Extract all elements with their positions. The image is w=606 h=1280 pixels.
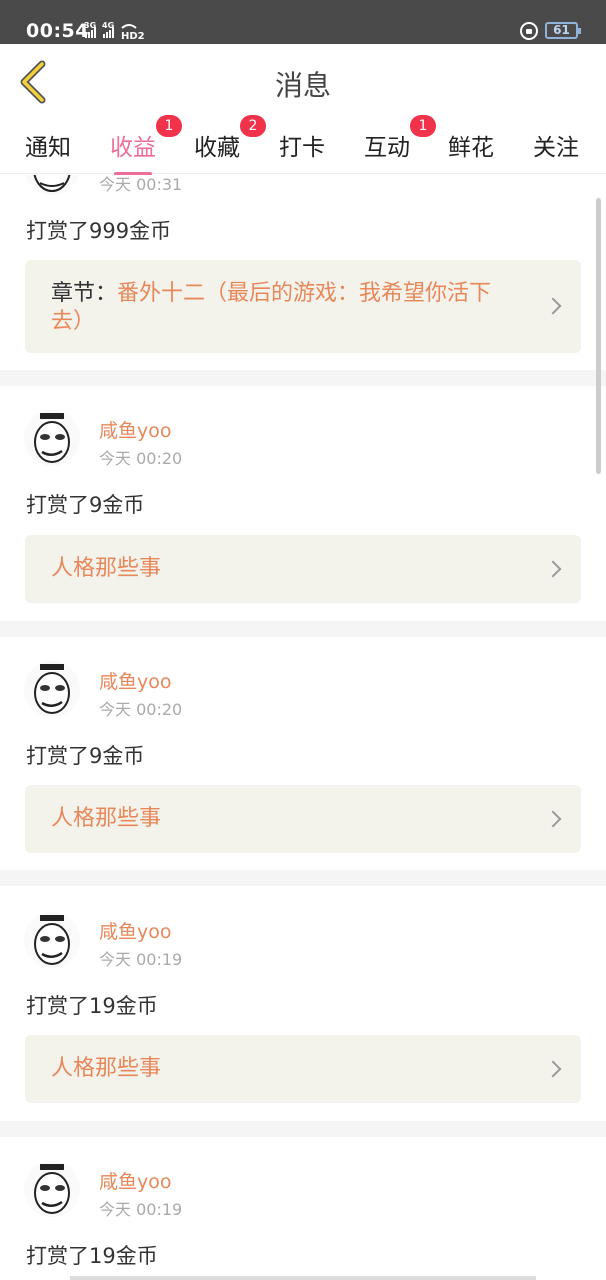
tab-label: 通知	[25, 135, 71, 161]
list-item: 咸鱼yoo 今天 00:20 打赏了9金币 人格那些事	[0, 386, 606, 621]
status-bar: 00:54 3G 4G HD2 61	[0, 0, 606, 44]
list-item: 咸鱼yoo 今天 00:19 打赏了19金币 人格那些事	[0, 886, 606, 1121]
username[interactable]: 咸鱼yoo	[99, 917, 172, 944]
bottom-edge	[70, 1276, 536, 1280]
action-text: 打赏了999金币	[26, 219, 172, 243]
signal-bars-icon: 3G 4G HD2	[84, 21, 145, 42]
tab-interactions[interactable]: 互动 1	[364, 115, 436, 168]
badge-count: 2	[240, 115, 266, 137]
avatar[interactable]	[24, 912, 80, 968]
status-time: 00:54	[26, 20, 89, 42]
tab-follows[interactable]: 关注	[533, 128, 579, 168]
tab-checkin[interactable]: 打卡	[279, 128, 325, 168]
timestamp: 今天 00:31	[99, 175, 183, 194]
badge-count: 1	[410, 115, 436, 137]
tab-label: 收藏	[194, 135, 240, 161]
scrollbar[interactable]	[596, 198, 601, 474]
avatar-meme-icon	[34, 915, 70, 965]
divider	[0, 621, 606, 637]
chevron-right-icon	[544, 297, 562, 315]
timestamp: 今天 00:20	[99, 700, 183, 719]
target-title: 人格那些事	[51, 806, 162, 831]
message-feed[interactable]: 今天 00:31 打赏了999金币 章节：番外十二（最后的游戏：我希望你活下去）…	[0, 175, 606, 1280]
action-text: 打赏了9金币	[26, 493, 145, 517]
target-prefix: 章节：	[51, 281, 118, 306]
divider	[0, 370, 606, 386]
rotation-lock-icon	[520, 22, 538, 40]
tab-label: 关注	[533, 135, 579, 161]
target-link[interactable]: 章节：番外十二（最后的游戏：我希望你活下去）	[25, 260, 581, 353]
target-title: 人格那些事	[51, 556, 162, 581]
tab-favorites[interactable]: 收藏 2	[194, 115, 266, 168]
avatar-meme-icon	[34, 664, 70, 714]
avatar[interactable]	[24, 661, 80, 717]
action-text: 打赏了19金币	[26, 994, 158, 1018]
avatar-meme-icon	[34, 1164, 70, 1214]
header: 消息	[0, 44, 606, 120]
tab-label: 鲜花	[448, 135, 494, 161]
target-title: 番外十二（最后的游戏：我希望你活下去）	[51, 281, 492, 334]
battery-icon: 61	[545, 22, 581, 39]
tab-label: 互动	[364, 135, 410, 161]
username[interactable]: 咸鱼yoo	[99, 667, 172, 694]
target-title: 人格那些事	[51, 1056, 162, 1081]
avatar[interactable]	[24, 175, 80, 195]
action-text: 打赏了19金币	[26, 1244, 158, 1268]
chevron-right-icon	[544, 810, 562, 828]
target-text: 人格那些事	[51, 1055, 521, 1083]
avatar[interactable]	[24, 1161, 80, 1217]
chevron-right-icon	[544, 560, 562, 578]
tab-label: 打卡	[279, 135, 325, 161]
target-link[interactable]: 人格那些事	[25, 785, 581, 853]
svg-text:HD2: HD2	[121, 31, 145, 40]
badge-count: 1	[156, 115, 182, 137]
timestamp: 今天 00:19	[99, 950, 183, 969]
divider	[0, 1121, 606, 1137]
chevron-right-icon	[544, 1060, 562, 1078]
target-text: 人格那些事	[51, 805, 521, 833]
target-link[interactable]: 人格那些事	[25, 1035, 581, 1103]
target-text: 章节：番外十二（最后的游戏：我希望你活下去）	[51, 280, 521, 336]
action-text: 打赏了9金币	[26, 744, 145, 768]
list-item: 今天 00:31 打赏了999金币 章节：番外十二（最后的游戏：我希望你活下去）	[0, 175, 606, 370]
tab-flowers[interactable]: 鲜花	[448, 128, 494, 168]
signal-icon: 3G 4G HD2	[84, 20, 164, 43]
tab-earnings[interactable]: 收益 1	[110, 115, 182, 176]
tab-bar: 通知 收益 1 收藏 2 打卡 互动 1 鲜花 关注	[0, 115, 606, 176]
page-title: 消息	[274, 69, 331, 102]
tab-label: 收益	[110, 135, 156, 161]
target-text: 人格那些事	[51, 555, 521, 583]
tab-notifications[interactable]: 通知	[25, 128, 71, 168]
target-link[interactable]: 人格那些事	[25, 535, 581, 603]
divider	[0, 870, 606, 886]
username[interactable]: 咸鱼yoo	[99, 1167, 172, 1194]
username[interactable]: 咸鱼yoo	[99, 416, 172, 443]
timestamp: 今天 00:19	[99, 1200, 183, 1219]
timestamp: 今天 00:20	[99, 449, 183, 468]
list-item: 咸鱼yoo 今天 00:20 打赏了9金币 人格那些事	[0, 637, 606, 870]
avatar[interactable]	[24, 410, 80, 466]
avatar-meme-icon	[34, 413, 70, 463]
avatar-meme-icon	[33, 175, 71, 192]
list-item: 咸鱼yoo 今天 00:19 打赏了19金币	[0, 1137, 606, 1280]
